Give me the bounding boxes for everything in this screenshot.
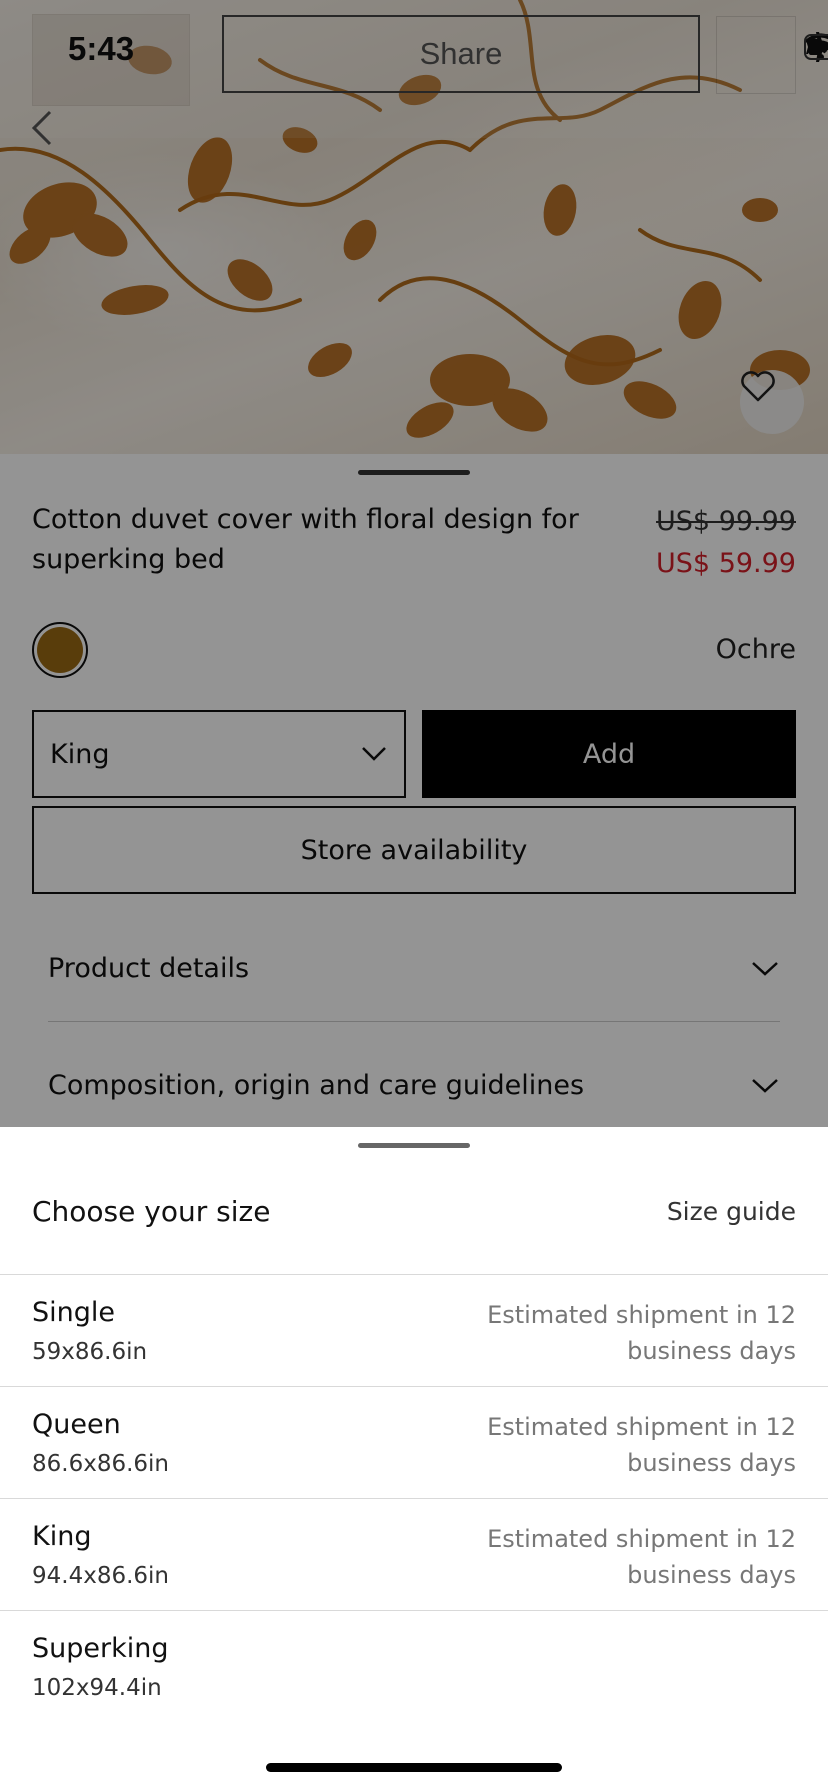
shipment-estimate: Estimated shipment in 12 business days bbox=[487, 1413, 796, 1477]
chevron-down-icon bbox=[752, 1078, 778, 1093]
status-time: 5:43 bbox=[68, 30, 135, 67]
size-name: Single bbox=[32, 1297, 116, 1328]
size-sheet-header: Choose your size Size guide bbox=[0, 1127, 828, 1275]
size-dropdown-value: King bbox=[50, 738, 110, 770]
size-name: Superking bbox=[32, 1633, 169, 1664]
color-swatch[interactable] bbox=[32, 622, 88, 678]
accordion-label: Composition, origin and care guidelines bbox=[48, 1070, 585, 1101]
add-to-bag-button[interactable]: Add bbox=[422, 710, 796, 798]
add-button-label: Add bbox=[582, 738, 636, 770]
size-sheet-title: Choose your size bbox=[32, 1195, 271, 1228]
store-availability-label: Store availability bbox=[300, 834, 528, 866]
battery-icon bbox=[804, 34, 828, 60]
accordion-label: Product details bbox=[48, 953, 250, 984]
chevron-down-icon bbox=[362, 747, 386, 761]
product-image: 5:43 Share bbox=[0, 0, 828, 454]
product-info-sheet: Cotton duvet cover with floral design fo… bbox=[0, 454, 828, 1127]
share-label: Share bbox=[419, 36, 503, 71]
home-indicator[interactable] bbox=[266, 1763, 562, 1772]
size-dimensions: 102x94.4in bbox=[32, 1675, 162, 1701]
size-name: King bbox=[32, 1521, 92, 1552]
shipment-estimate: Estimated shipment in 12 business days bbox=[487, 1525, 796, 1589]
share-button[interactable]: Share bbox=[222, 15, 700, 93]
size-option-single[interactable]: Single 59x86.6in Estimated shipment in 1… bbox=[0, 1275, 828, 1387]
chevron-left-icon bbox=[31, 110, 52, 146]
accordion-composition[interactable]: Composition, origin and care guidelines bbox=[48, 1070, 780, 1101]
size-option-king[interactable]: King 94.4x86.6in Estimated shipment in 1… bbox=[0, 1499, 828, 1611]
size-dimensions: 59x86.6in bbox=[32, 1339, 148, 1365]
size-option-queen[interactable]: Queen 86.6x86.6in Estimated shipment in … bbox=[0, 1387, 828, 1499]
color-swatch-fill bbox=[37, 627, 83, 673]
store-availability-button[interactable]: Store availability bbox=[32, 806, 796, 894]
favorite-button[interactable] bbox=[740, 370, 804, 434]
shipment-estimate: Estimated shipment in 12 business days bbox=[487, 1301, 796, 1365]
sale-price: US$ 59.99 bbox=[656, 548, 796, 579]
accordion-product-details[interactable]: Product details bbox=[48, 953, 780, 984]
product-title: Cotton duvet cover with floral design fo… bbox=[32, 504, 579, 575]
color-name: Ochre bbox=[715, 634, 796, 665]
size-name: Queen bbox=[32, 1409, 121, 1440]
size-option-superking[interactable]: Superking 102x94.4in bbox=[0, 1611, 828, 1723]
sheet-grabber[interactable] bbox=[358, 470, 470, 475]
heart-icon bbox=[741, 371, 775, 402]
original-price: US$ 99.99 bbox=[656, 506, 796, 537]
chevron-down-icon bbox=[752, 961, 778, 976]
size-dimensions: 86.6x86.6in bbox=[32, 1451, 170, 1477]
size-dropdown[interactable]: King bbox=[32, 710, 406, 798]
size-picker-sheet: Choose your size Size guide Single 59x86… bbox=[0, 1127, 828, 1792]
header-favorite-button[interactable] bbox=[716, 16, 796, 94]
accordion-divider bbox=[48, 1021, 780, 1022]
size-dimensions: 94.4x86.6in bbox=[32, 1563, 170, 1589]
size-guide-link[interactable]: Size guide bbox=[667, 1197, 796, 1226]
